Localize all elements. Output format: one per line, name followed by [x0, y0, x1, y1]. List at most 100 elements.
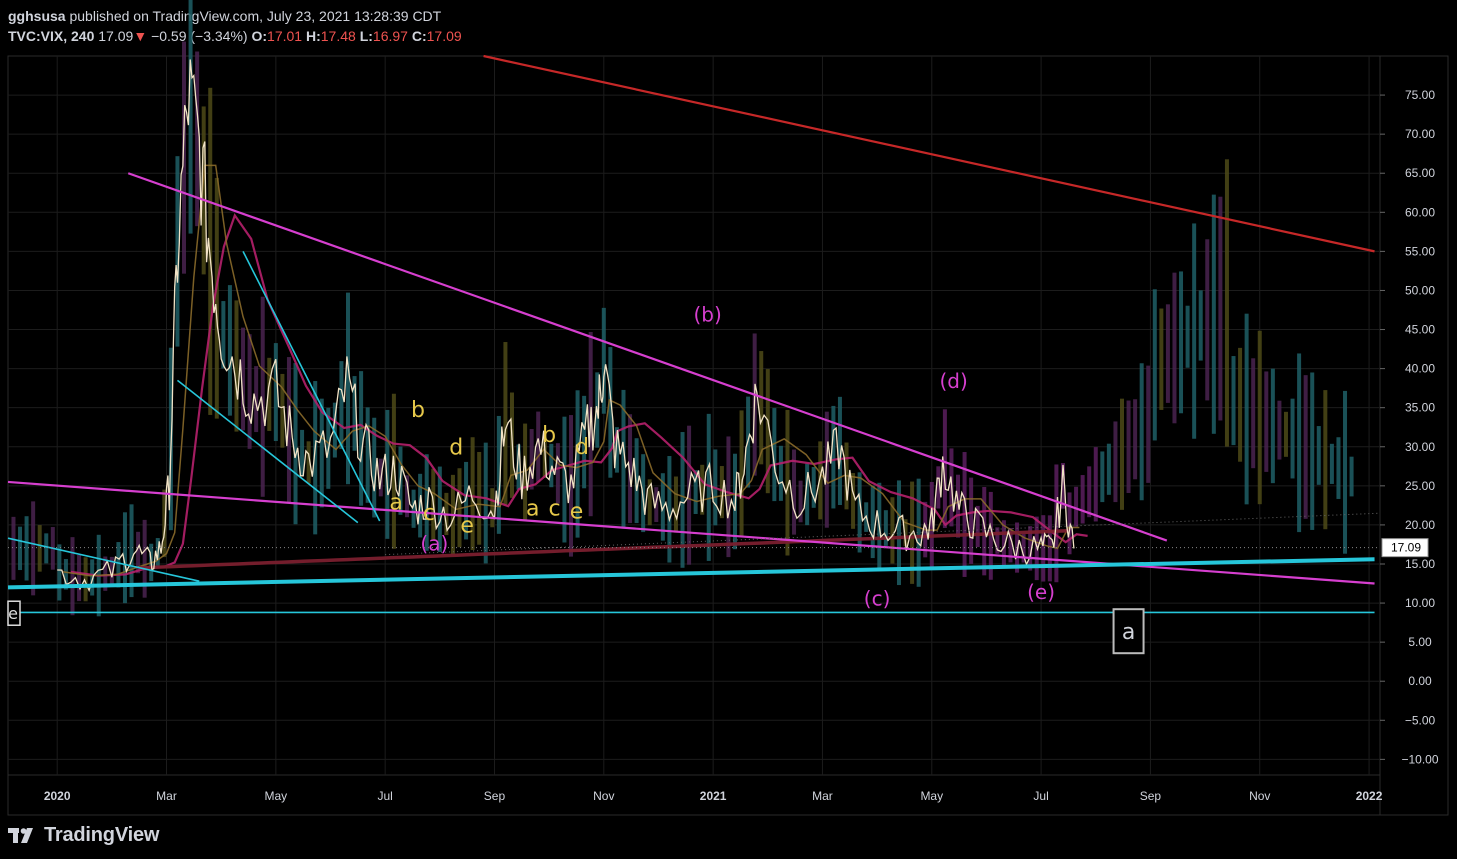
wave-label[interactable]: (c) — [864, 586, 891, 610]
background-candle — [1119, 398, 1124, 510]
background-candle — [555, 443, 560, 504]
background-candle — [1277, 400, 1282, 460]
background-candle — [1198, 290, 1203, 361]
background-candle — [1329, 443, 1334, 484]
background-candle — [1218, 196, 1223, 421]
background-candle — [77, 555, 82, 602]
background-candle — [503, 342, 508, 505]
wave-label[interactable]: b — [411, 398, 425, 423]
background-candle — [44, 533, 49, 564]
background-candle — [11, 516, 16, 580]
background-candle — [1238, 347, 1243, 462]
background-candle — [411, 489, 416, 528]
background-candle — [365, 407, 370, 503]
background-candle — [1270, 368, 1275, 484]
background-candle — [1257, 330, 1262, 505]
background-candle — [883, 510, 888, 546]
background-candle — [18, 526, 23, 571]
background-candle — [1192, 223, 1197, 439]
background-candle — [1067, 492, 1072, 555]
y-tick-label: 5.00 — [1408, 635, 1432, 649]
background-candle — [1316, 426, 1321, 485]
background-candle — [483, 442, 488, 564]
background-candle — [31, 501, 36, 596]
background-candle — [293, 363, 298, 525]
wave-label[interactable]: e — [460, 514, 474, 539]
wave-label[interactable]: d — [449, 436, 463, 461]
y-tick-label: 10.00 — [1405, 596, 1435, 610]
background-candle — [339, 361, 344, 450]
background-candle — [1205, 239, 1210, 401]
y-tick-label: −5.00 — [1405, 713, 1436, 727]
footer-brand: TradingView — [8, 822, 159, 848]
background-candle — [1179, 271, 1184, 414]
background-candle — [1290, 398, 1295, 479]
price-chart[interactable]: 75.00 70.00 65.00 60.00 55.00 50.00 45.00 40.00… — [0, 0, 1457, 859]
background-candle — [1159, 308, 1164, 410]
x-tick-label: May — [920, 789, 943, 803]
x-tick-label: Sep — [484, 789, 506, 803]
background-candle — [824, 411, 829, 528]
wave-label[interactable]: c — [423, 501, 435, 526]
background-candle — [1093, 447, 1098, 522]
tradingview-logo-icon — [8, 828, 33, 843]
x-tick-label: Jul — [377, 789, 392, 803]
background-candle — [1139, 363, 1144, 501]
y-tick-label: 40.00 — [1405, 362, 1435, 376]
background-candle — [24, 516, 29, 581]
wave-label[interactable]: a — [526, 497, 539, 522]
x-tick-label: Nov — [1249, 789, 1270, 803]
background-candle — [57, 544, 62, 601]
x-tick-label: May — [265, 789, 288, 803]
background-candle — [1310, 372, 1315, 530]
background-candle — [1047, 515, 1052, 582]
wave-label[interactable]: b — [542, 423, 556, 448]
y-tick-label: 35.00 — [1405, 401, 1435, 415]
background-candle — [116, 542, 121, 588]
y-tick-label: 70.00 — [1405, 127, 1435, 141]
wave-label[interactable]: d — [575, 435, 589, 460]
background-candle — [673, 476, 678, 533]
y-tick-label: −10.00 — [1401, 752, 1438, 766]
x-tick-label: Sep — [1140, 789, 1162, 803]
background-candle — [1165, 304, 1170, 403]
background-candle — [1303, 375, 1308, 519]
wave-label[interactable]: (a) — [420, 532, 448, 556]
background-candle — [549, 443, 554, 488]
background-candle — [1264, 371, 1269, 472]
background-candle — [706, 413, 711, 561]
y-tick-label: 20.00 — [1405, 518, 1435, 532]
y-tick-label: 45.00 — [1405, 323, 1435, 337]
wave-label[interactable]: (e) — [1027, 580, 1055, 604]
background-candle — [70, 537, 75, 616]
background-candle — [1126, 400, 1131, 493]
background-candle — [1146, 365, 1151, 483]
wave-label[interactable]: (b) — [694, 303, 722, 327]
background-candle — [1349, 456, 1354, 497]
wave-label[interactable]: e — [570, 500, 584, 525]
background-candle — [1185, 305, 1190, 368]
background-candle — [37, 525, 42, 572]
background-candle — [726, 436, 731, 558]
background-candle — [1152, 289, 1157, 441]
time-axis[interactable] — [7, 774, 1381, 816]
background-candle — [969, 477, 974, 564]
background-candle — [1323, 390, 1328, 530]
background-candle — [1343, 390, 1348, 554]
background-candle — [1133, 399, 1138, 480]
background-candle — [739, 410, 744, 537]
wave-label[interactable]: (d) — [939, 369, 967, 393]
y-tick-label: 60.00 — [1405, 205, 1435, 219]
background-candle — [1224, 159, 1229, 447]
y-tick-label: 55.00 — [1405, 244, 1435, 258]
background-candle — [490, 488, 495, 528]
background-candle — [221, 301, 226, 369]
background-candle — [1100, 451, 1105, 503]
wave-label[interactable]: c — [549, 497, 561, 522]
background-candle — [227, 285, 232, 416]
wave-label[interactable]: a — [389, 490, 402, 515]
background-candle — [234, 300, 239, 432]
background-candle — [1113, 421, 1118, 503]
y-tick-label: 50.00 — [1405, 283, 1435, 297]
y-tick-label: 65.00 — [1405, 166, 1435, 180]
